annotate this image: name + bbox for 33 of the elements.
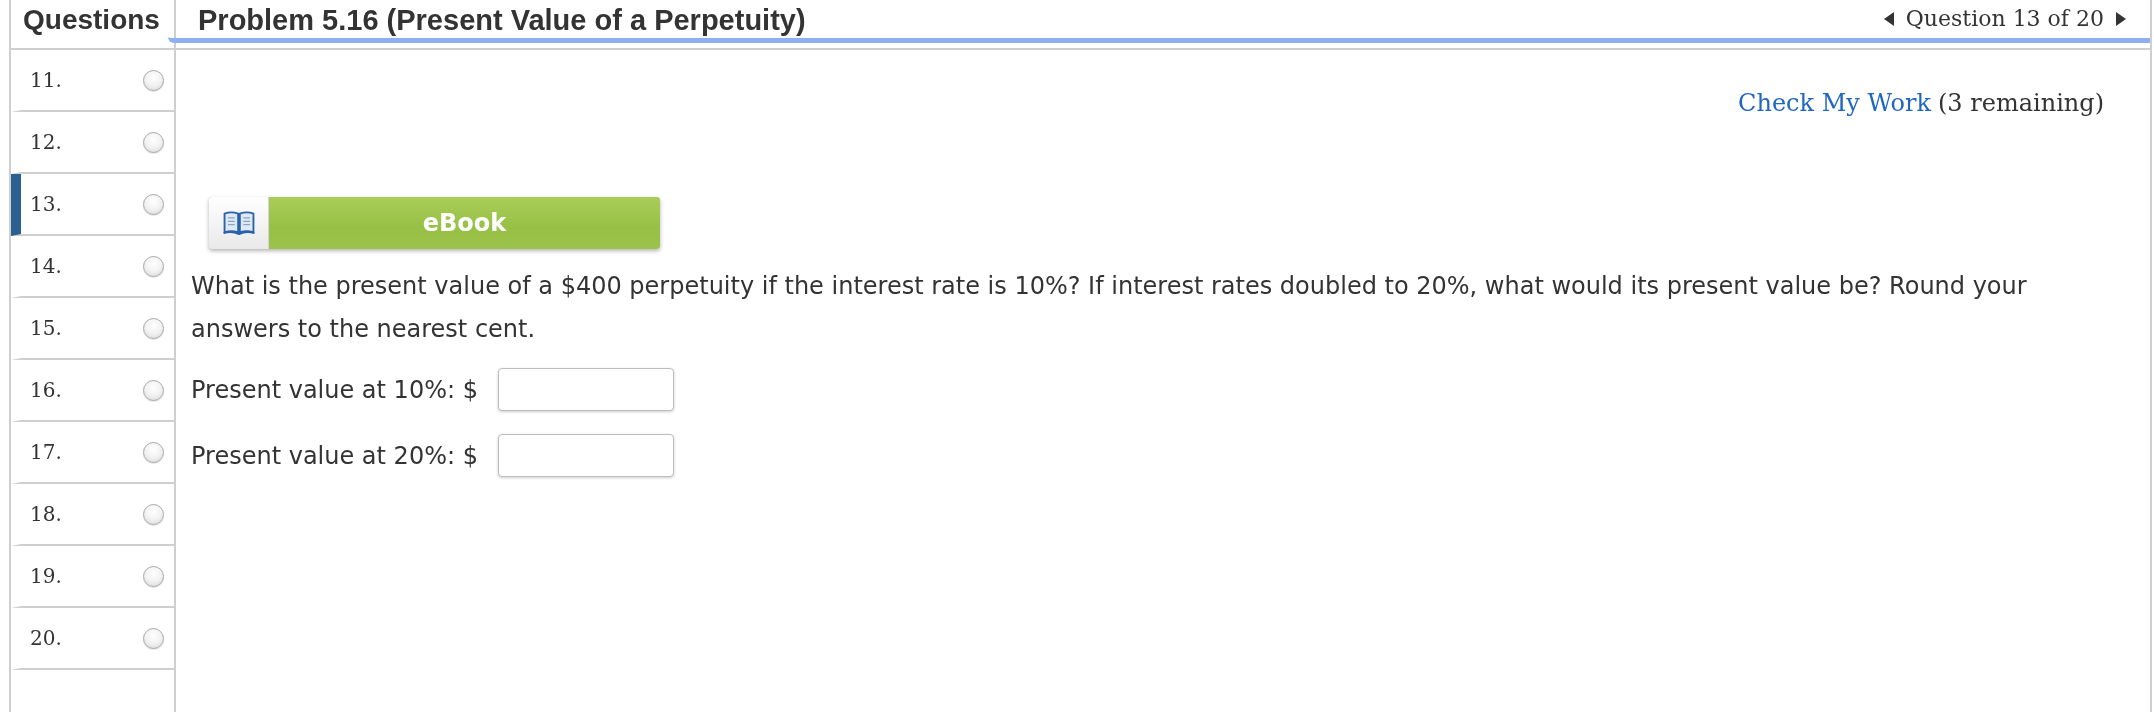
radio-circle-icon [143, 131, 164, 153]
right-triangle-icon[interactable] [2116, 12, 2126, 26]
radio-circle-icon [143, 379, 164, 401]
question-item[interactable]: 18. [11, 484, 174, 546]
field-label: Present value at 20%: $ [191, 440, 478, 471]
check-my-work-link[interactable]: Check My Work [1738, 88, 1931, 118]
field-label: Present value at 10%: $ [191, 374, 478, 405]
question-item[interactable]: 17. [11, 422, 174, 484]
question-item[interactable]: 16. [11, 360, 174, 422]
question-item[interactable]: 19. [11, 546, 174, 608]
radio-circle-icon [143, 565, 164, 587]
radio-circle-icon [143, 441, 164, 463]
radio-circle-icon [143, 503, 164, 525]
answer-field[interactable] [497, 368, 674, 411]
problem-title: Problem 5.16 (Present Value of a Perpetuity) [198, 3, 806, 37]
remaining-count: (3 remaining) [1938, 88, 2104, 118]
question-item[interactable]: 13. [11, 174, 174, 236]
radio-circle-icon [143, 255, 164, 277]
question-item[interactable]: 11. [11, 50, 174, 112]
question-text: What is the present value of a $400 perpetuity if the interest rate is 10%? If interest rates doubled to 20%, what would its present value be? Round your answers to the nearest cent. [191, 271, 2028, 345]
radio-circle-icon [143, 69, 164, 91]
question-item[interactable]: 20. [11, 608, 174, 670]
question-item[interactable]: 15. [11, 298, 174, 360]
book-icon [209, 197, 269, 249]
radio-circle-icon [143, 193, 164, 215]
radio-circle-icon [143, 627, 164, 649]
radio-circle-icon [143, 317, 164, 339]
question-item[interactable]: 12. [11, 112, 174, 174]
question-counter: Question 13 of 20 [1905, 5, 2104, 33]
sidebar-title: Questions [23, 3, 160, 37]
left-triangle-icon[interactable] [1883, 12, 1894, 26]
question-item[interactable]: 14. [11, 236, 174, 298]
answer-field[interactable] [497, 434, 674, 477]
